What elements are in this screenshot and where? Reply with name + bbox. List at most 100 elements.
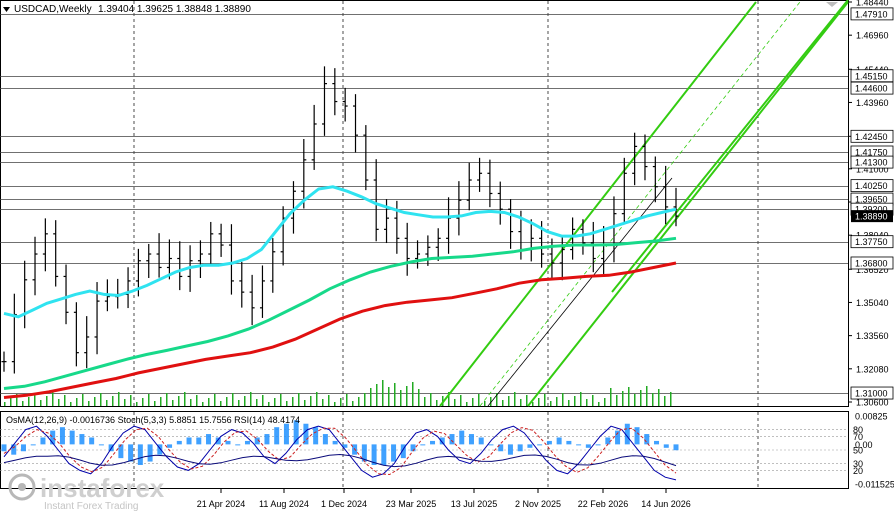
volume-bar bbox=[376, 384, 378, 406]
x-tick-label: 2 Nov 2025 bbox=[515, 499, 561, 509]
osma-bar bbox=[381, 444, 387, 466]
volume-bar bbox=[40, 400, 42, 406]
volume-bar bbox=[514, 392, 516, 406]
volume-bar bbox=[286, 401, 288, 406]
osma-bar bbox=[420, 444, 426, 446]
osma-bar bbox=[507, 444, 513, 455]
volume-bar bbox=[238, 400, 240, 406]
osma-bar bbox=[673, 444, 679, 451]
y-tick-label: 1.46960 bbox=[856, 31, 889, 41]
volume-bar bbox=[580, 392, 582, 406]
volume-bar bbox=[358, 397, 360, 406]
volume-bar bbox=[406, 386, 408, 406]
volume-bar bbox=[28, 397, 30, 406]
volume-bar bbox=[298, 393, 300, 406]
x-tick-label: 14 Jun 2026 bbox=[641, 499, 691, 509]
x-tick-label: 22 Feb 2026 bbox=[578, 499, 629, 509]
volume-bar bbox=[214, 394, 216, 406]
osma-bar bbox=[79, 434, 85, 445]
y-tick-label: 1.33560 bbox=[856, 331, 889, 341]
osma-bar bbox=[585, 444, 591, 448]
volume-bar bbox=[124, 399, 126, 406]
volume-bar bbox=[586, 399, 588, 406]
level-label: 1.37750 bbox=[855, 237, 888, 247]
volume-bar bbox=[94, 397, 96, 406]
volume-bar bbox=[280, 394, 282, 406]
volume-bar bbox=[220, 401, 222, 406]
osma-bar bbox=[634, 427, 640, 445]
osma-bar bbox=[137, 444, 143, 466]
volume-bar bbox=[526, 395, 528, 406]
brand-watermark: instaforex Instant Forex Trading bbox=[8, 473, 165, 512]
volume-bar bbox=[274, 398, 276, 406]
volume-bar bbox=[172, 400, 174, 406]
osma-bar bbox=[176, 440, 182, 445]
volume-bar bbox=[646, 386, 648, 406]
volume-bar bbox=[334, 402, 336, 406]
osma-bar bbox=[30, 444, 36, 446]
volume-bar bbox=[364, 393, 366, 406]
volume-bar bbox=[148, 394, 150, 406]
stoch-tick-label: 20 bbox=[853, 466, 863, 476]
osma-bar bbox=[98, 444, 104, 446]
osma-bar bbox=[11, 444, 17, 455]
stoch-tick-label: 50 bbox=[853, 446, 863, 456]
volume-bar bbox=[190, 399, 192, 406]
osma-bar bbox=[283, 423, 289, 445]
volume-bar bbox=[316, 392, 318, 406]
volume-bar bbox=[460, 395, 462, 406]
osma-bar bbox=[332, 440, 338, 445]
volume-bar bbox=[604, 398, 606, 406]
osma-bar bbox=[517, 444, 523, 452]
volume-bar bbox=[328, 395, 330, 406]
volume-bar bbox=[142, 398, 144, 406]
level-label: 1.45150 bbox=[855, 71, 888, 81]
volume-bar bbox=[118, 392, 120, 406]
volume-bar bbox=[82, 394, 84, 406]
volume-bar bbox=[154, 401, 156, 406]
level-label: 1.31000 bbox=[855, 389, 888, 399]
y-tick-label: 1.35040 bbox=[856, 298, 889, 308]
osma-bar bbox=[654, 440, 660, 445]
volume-bar bbox=[430, 393, 432, 406]
volume-bar bbox=[652, 393, 654, 406]
brand-tagline: Instant Forex Trading bbox=[44, 501, 139, 512]
osma-tick-label: -0.011525 bbox=[855, 480, 894, 490]
chart-canvas[interactable]: 1.484401.469601.454401.439601.424501.410… bbox=[0, 0, 894, 513]
osma-bar bbox=[244, 440, 250, 445]
volume-bar bbox=[556, 397, 558, 406]
volume-bar bbox=[250, 392, 252, 406]
volume-bar bbox=[568, 400, 570, 406]
volume-bar bbox=[502, 400, 504, 406]
brand-name: instaforex bbox=[40, 473, 165, 503]
volume-bar bbox=[628, 387, 630, 406]
osma-bar bbox=[546, 440, 552, 445]
volume-bar bbox=[520, 399, 522, 406]
volume-bar bbox=[346, 394, 348, 406]
volume-bar bbox=[484, 401, 486, 406]
osma-bar bbox=[225, 440, 231, 445]
volume-bar bbox=[196, 395, 198, 406]
volume-bar bbox=[76, 398, 78, 406]
osma-bar bbox=[478, 437, 484, 445]
volume-bar bbox=[550, 401, 552, 406]
volume-bar bbox=[538, 398, 540, 406]
volume-bar bbox=[412, 382, 414, 406]
osma-bar bbox=[663, 444, 669, 448]
osma-bar bbox=[527, 444, 533, 448]
volume-bar bbox=[340, 398, 342, 406]
volume-bar bbox=[262, 395, 264, 406]
level-label: 1.42450 bbox=[855, 132, 888, 142]
level-label: 1.40250 bbox=[855, 181, 888, 191]
osma-bar bbox=[59, 427, 65, 445]
osma-bar bbox=[118, 444, 124, 459]
osma-bar bbox=[313, 427, 319, 445]
osma-bar bbox=[430, 440, 436, 445]
volume-bar bbox=[310, 396, 312, 406]
osma-bar bbox=[644, 434, 650, 445]
symbol-title: USDCAD,Weekly bbox=[14, 4, 92, 15]
volume-bar bbox=[592, 395, 594, 406]
current-price-label: 1.38890 bbox=[855, 212, 888, 222]
level-label: 1.41300 bbox=[855, 158, 888, 168]
volume-bar bbox=[64, 395, 66, 406]
